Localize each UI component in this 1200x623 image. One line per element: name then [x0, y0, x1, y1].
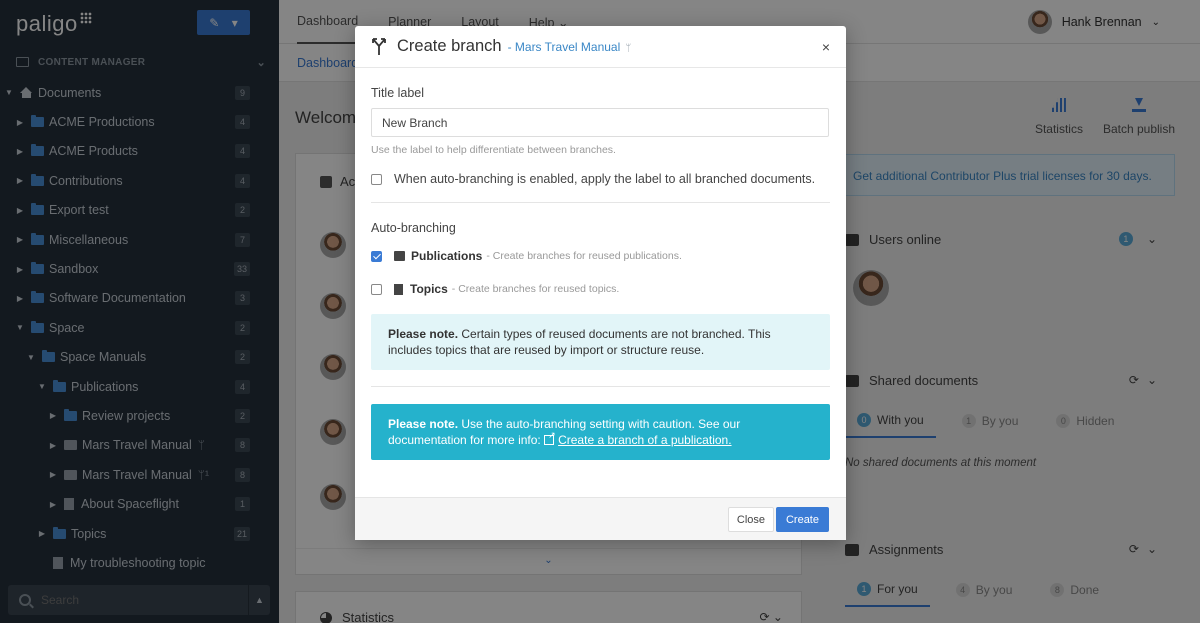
close-icon[interactable]: ×	[822, 39, 830, 55]
apply-label-option: When auto-branching is enabled, apply th…	[371, 172, 830, 186]
auto-branching-heading: Auto-branching	[371, 221, 456, 235]
apply-label-checkbox[interactable]	[371, 173, 382, 185]
title-label-input[interactable]	[371, 108, 829, 137]
dialog-footer: Close Create	[355, 497, 846, 540]
branch-icon	[372, 37, 386, 55]
topics-option: Topics - Create branches for reused topi…	[371, 282, 830, 296]
dialog-header: Create branch - Mars Travel Manual ᛘ ×	[355, 26, 846, 68]
apply-label-text: When auto-branching is enabled, apply th…	[394, 172, 816, 186]
publications-description: - Create branches for reused publication…	[486, 250, 682, 262]
publications-option: Publications - Create branches for reuse…	[371, 249, 830, 263]
topics-label: Topics	[410, 282, 448, 296]
info-note: Please note. Certain types of reused doc…	[371, 314, 830, 370]
divider	[371, 202, 830, 203]
create-branch-dialog: Create branch - Mars Travel Manual ᛘ × Ti…	[355, 26, 846, 540]
document-name: - Mars Travel Manual	[507, 39, 621, 54]
topic-icon	[394, 283, 403, 295]
external-link-icon	[544, 430, 556, 445]
publication-icon	[394, 251, 405, 261]
divider	[371, 386, 830, 387]
branch-mark-icon: ᛘ	[625, 42, 632, 54]
documentation-link[interactable]: Create a branch of a publication.	[558, 433, 731, 447]
topics-checkbox[interactable]	[371, 283, 382, 295]
dialog-title: Create branch	[397, 37, 502, 55]
close-button[interactable]: Close	[727, 507, 774, 532]
publications-label: Publications	[411, 249, 483, 263]
caution-note: Please note. Use the auto-branching sett…	[371, 404, 830, 460]
title-label-heading: Title label	[371, 86, 425, 100]
create-button[interactable]: Create	[775, 507, 829, 532]
publications-checkbox[interactable]	[371, 250, 382, 262]
title-label-hint: Use the label to help differentiate betw…	[371, 144, 616, 156]
note-title: Please note.	[388, 327, 459, 341]
note-title: Please note.	[388, 417, 459, 431]
dialog-subtitle: - Mars Travel Manual ᛘ	[508, 40, 632, 54]
topics-description: - Create branches for reused topics.	[451, 283, 620, 295]
